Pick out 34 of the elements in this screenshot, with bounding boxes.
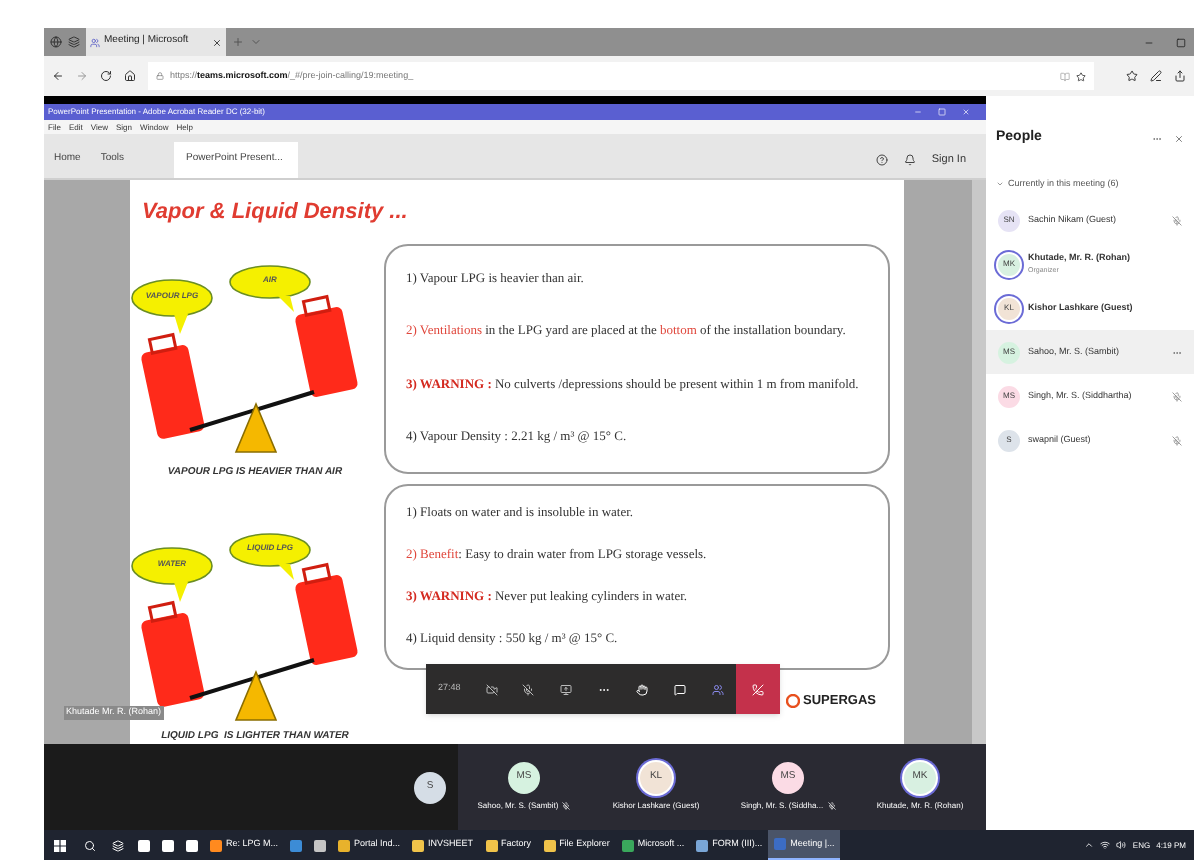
lock-icon bbox=[156, 72, 164, 80]
tab-set-icon[interactable] bbox=[68, 36, 80, 48]
share-screen-icon[interactable] bbox=[560, 683, 573, 695]
mic-off-icon[interactable] bbox=[522, 683, 535, 695]
maximize-icon[interactable] bbox=[938, 108, 946, 116]
chat-icon[interactable] bbox=[673, 683, 686, 695]
app-icon bbox=[696, 839, 709, 851]
app-icon bbox=[543, 839, 556, 851]
search-icon[interactable] bbox=[84, 839, 96, 851]
bell-icon[interactable] bbox=[903, 154, 916, 166]
app-icon bbox=[412, 839, 425, 851]
chevron-up-icon[interactable] bbox=[1084, 840, 1095, 850]
pen-icon[interactable] bbox=[1150, 70, 1162, 82]
app-icon bbox=[621, 839, 634, 851]
participants-icon[interactable] bbox=[711, 683, 724, 695]
windows-icon[interactable] bbox=[54, 839, 66, 851]
volume-icon[interactable] bbox=[1116, 840, 1127, 850]
scrollbar[interactable] bbox=[972, 180, 986, 744]
favorites-icon[interactable] bbox=[1126, 70, 1138, 82]
hang-up-icon bbox=[752, 683, 764, 695]
app-icon bbox=[774, 838, 787, 850]
refresh-icon[interactable] bbox=[100, 70, 112, 82]
raise-hand-icon[interactable] bbox=[635, 683, 648, 695]
back-icon[interactable] bbox=[52, 70, 64, 82]
share-icon[interactable] bbox=[1174, 70, 1186, 82]
network-icon[interactable] bbox=[1100, 840, 1111, 850]
slide-title: Vapor & Liquid Density ... bbox=[140, 198, 410, 228]
star-icon[interactable] bbox=[1076, 71, 1086, 81]
app-icon bbox=[485, 839, 498, 851]
camera-off-icon[interactable] bbox=[485, 683, 498, 695]
restore-icon[interactable] bbox=[1176, 37, 1186, 47]
help-icon[interactable] bbox=[875, 154, 888, 166]
home-icon[interactable] bbox=[124, 70, 136, 82]
task-view-icon[interactable] bbox=[112, 839, 124, 851]
